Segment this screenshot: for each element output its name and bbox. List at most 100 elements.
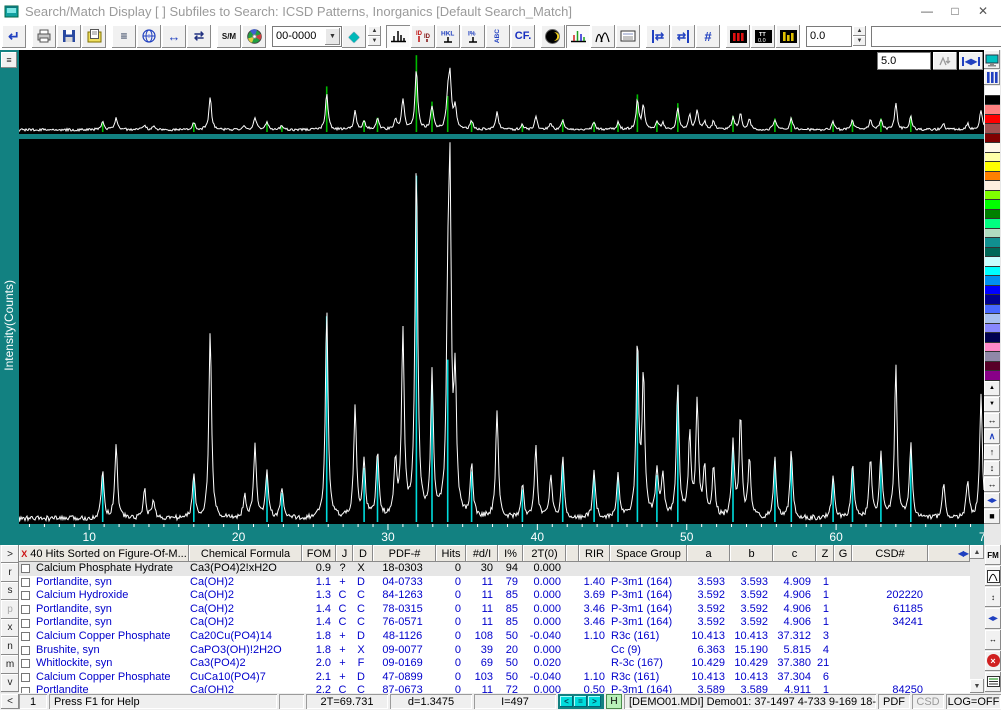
fit-width-button[interactable]: ◀▶ [959, 52, 983, 70]
column-header-a[interactable]: a [687, 545, 730, 562]
main-pattern-chart[interactable] [19, 139, 984, 524]
row-checkbox[interactable] [21, 673, 30, 682]
color-swatch-28[interactable] [985, 352, 1000, 362]
grid-toggle-button[interactable]: # [696, 25, 720, 48]
color-swatch-3[interactable] [985, 115, 1000, 125]
color-swatch-17[interactable] [985, 248, 1000, 258]
two-theta-zero-button[interactable]: TT0.0 [751, 25, 775, 48]
color-swatch-26[interactable] [985, 333, 1000, 343]
fit-horizontal-button[interactable]: ◀▶ [984, 493, 1000, 508]
command-button-r[interactable]: r [1, 563, 19, 581]
report-options-button[interactable]: ≡ [112, 25, 136, 48]
maximize-button[interactable]: □ [941, 1, 969, 21]
color-swatch-4[interactable] [985, 124, 1000, 134]
id-labels-button[interactable]: IDID [411, 25, 435, 48]
report-button[interactable] [82, 25, 106, 48]
column-header-space-group[interactable]: Space Group [610, 545, 687, 562]
results-scrollbar[interactable]: ▲ ▼ [970, 545, 984, 693]
command-button-v[interactable]: v [1, 674, 19, 692]
command-button-m[interactable]: m [1, 655, 19, 673]
row-checkbox[interactable] [21, 619, 30, 628]
phase-combo[interactable]: ▼ [871, 26, 1001, 47]
spin-down-button[interactable]: ▼ [853, 36, 866, 46]
apply-return-button[interactable]: ↵ [2, 25, 26, 48]
column-expand-button[interactable]: ↔ [985, 630, 1001, 650]
nav-equal-button[interactable]: = [574, 696, 587, 707]
delete-hits-button[interactable]: × [985, 651, 1001, 671]
pan-horizontal-button[interactable]: ↔ [984, 413, 1000, 428]
shift-left-button[interactable]: ⇄ [646, 25, 670, 48]
color-swatch-13[interactable] [985, 210, 1000, 220]
shift-right-button[interactable]: ⇄ [671, 25, 695, 48]
close-button[interactable]: ✕ [969, 1, 997, 21]
row-checkbox[interactable] [21, 632, 30, 641]
yellow-sticks-button[interactable] [776, 25, 800, 48]
result-row-2[interactable]: Calcium HydroxideCa(OH)21.3CC84-12630118… [19, 589, 970, 603]
color-sticks-button[interactable] [566, 25, 590, 48]
row-checkbox[interactable] [21, 605, 30, 614]
color-swatch-29[interactable] [985, 362, 1000, 372]
display-colors-button[interactable] [984, 70, 1000, 85]
column-header-fom[interactable]: FOM [302, 545, 336, 562]
pdf-toggle[interactable]: PDF [878, 694, 910, 709]
command-button-x[interactable]: x [1, 619, 19, 637]
expand-top-button[interactable]: ∧ [984, 429, 1000, 444]
color-swatch-25[interactable] [985, 324, 1000, 334]
row-checkbox[interactable] [21, 687, 30, 693]
color-swatch-19[interactable] [985, 267, 1000, 277]
nav-next-button[interactable]: > [588, 696, 601, 707]
row-checkbox[interactable] [21, 646, 30, 655]
color-swatch-23[interactable] [985, 305, 1000, 315]
offset-input[interactable]: 0.0 [806, 26, 852, 47]
scroll-up-button[interactable]: ▲ [970, 545, 984, 559]
command-button-s[interactable]: s [1, 582, 19, 600]
offset-spinner[interactable]: ▲▼ [853, 26, 866, 46]
row-checkbox[interactable] [21, 591, 30, 600]
compress-horizontal-button[interactable]: ↔ [984, 477, 1000, 492]
chemistry-filter-button[interactable]: CF. [511, 25, 535, 48]
overview-pattern-chart[interactable] [19, 50, 984, 134]
column-header-40-hits-sorted-on-figure-of-m-[interactable]: X40 Hits Sorted on Figure-Of-M... [19, 545, 189, 562]
column-header-csd-[interactable]: CSD# [852, 545, 928, 562]
column-header-z[interactable]: Z [816, 545, 834, 562]
pdf-spinner[interactable]: ▲▼ [368, 26, 381, 46]
result-row-5[interactable]: Calcium Copper PhosphateCa20Cu(PO4)141.8… [19, 630, 970, 644]
result-row-9[interactable]: PortlanditeCa(OH)22.2CC87-0673011720.000… [19, 684, 970, 693]
command-button-n[interactable]: n [1, 637, 19, 655]
spin-up-button[interactable]: ▲ [368, 26, 381, 36]
swap-pattern-button[interactable]: ↔ [162, 25, 186, 48]
csd-toggle[interactable]: CSD [912, 694, 944, 709]
color-swatch-18[interactable] [985, 257, 1000, 267]
pdf-number-combo[interactable]: 00-0000▼ [272, 26, 342, 47]
column-header-j[interactable]: J [336, 545, 353, 562]
profile-fit-button[interactable] [591, 25, 615, 48]
palette-scroll-down-button[interactable]: ▼ [984, 397, 1000, 412]
profile-display-button[interactable] [386, 25, 410, 48]
column-resize-arrows[interactable]: ◀▶ [928, 545, 970, 562]
strip-scroll-back-button[interactable]: < [1, 694, 19, 709]
zoom-peak-button[interactable] [933, 52, 957, 70]
color-swatch-7[interactable] [985, 153, 1000, 163]
profile-preview-button[interactable] [985, 566, 1001, 586]
preview-window-button[interactable] [616, 25, 640, 48]
log-toggle[interactable]: LOG=OFF [946, 694, 1001, 709]
overview-zoom-input[interactable] [877, 52, 931, 70]
color-swatch-15[interactable] [985, 229, 1000, 239]
column-header--d-i[interactable]: #d/I [466, 545, 498, 562]
color-swatch-12[interactable] [985, 200, 1000, 210]
palette-scroll-up-button[interactable]: ▲ [984, 381, 1000, 396]
color-swatch-30[interactable] [985, 371, 1000, 381]
color-swatch-11[interactable] [985, 191, 1000, 201]
color-swatch-20[interactable] [985, 276, 1000, 286]
color-swatch-16[interactable] [985, 238, 1000, 248]
column-header-c[interactable]: c [773, 545, 816, 562]
column-left-right-button[interactable]: ◀▶ [985, 608, 1001, 628]
column-header-2t-0-[interactable]: 2T(0) [523, 545, 566, 562]
pdf-cd-button[interactable] [242, 25, 266, 48]
color-swatch-27[interactable] [985, 343, 1000, 353]
highlight-button[interactable]: H [606, 694, 622, 709]
search-match-button[interactable]: S/M [217, 25, 241, 48]
column-header-pdf-[interactable]: PDF-# [373, 545, 436, 562]
color-swatch-5[interactable] [985, 134, 1000, 144]
refresh-search-button[interactable]: ⇄ [187, 25, 211, 48]
